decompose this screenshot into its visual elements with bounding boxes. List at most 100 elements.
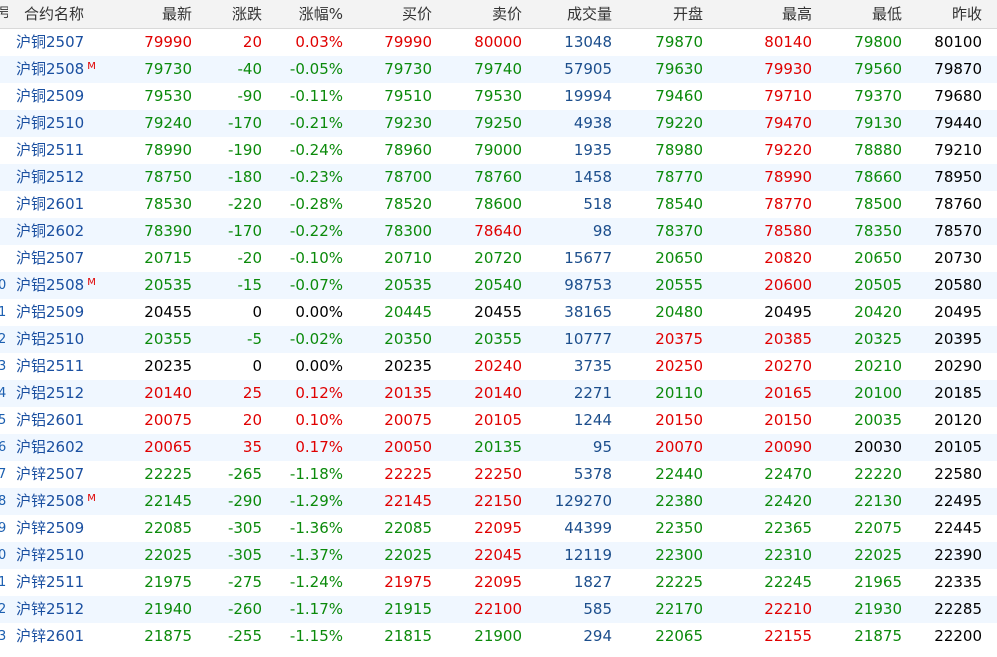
last-price-cell: 79730 [144, 60, 192, 78]
contract-name[interactable]: 沪铜2511 [16, 137, 126, 164]
contract-name[interactable]: 沪铝2601 [16, 407, 126, 434]
header-change-percent[interactable]: 涨幅% [265, 0, 343, 28]
header-open[interactable]: 开盘 [615, 0, 703, 28]
contract-name[interactable]: 沪铜2602 [16, 218, 126, 245]
change-cell: 35 [242, 438, 262, 456]
contract-name[interactable]: 沪铜2508 M [16, 56, 126, 83]
table-row[interactable]: 沪铜2510 79240 -170 -0.21% 79230 79250 4938 79220… [0, 110, 997, 137]
prev-close-cell: 20120 [934, 411, 982, 429]
change-cell: -305 [227, 546, 262, 564]
contract-name[interactable]: 沪铜2510 [16, 110, 126, 137]
low-price-cell: 78880 [854, 141, 902, 159]
header-ask[interactable]: 卖价 [435, 0, 522, 28]
contract-name[interactable]: 沪铜2509 [16, 83, 126, 110]
low-price-cell: 78500 [854, 195, 902, 213]
row-index: 1 [0, 575, 7, 590]
header-volume[interactable]: 成交量 [525, 0, 612, 28]
change-percent-cell: -1.18% [289, 465, 343, 483]
bid-price-cell: 21915 [384, 600, 432, 618]
change-cell: -220 [227, 195, 262, 213]
contract-name[interactable]: 沪锌2508 M [16, 488, 126, 515]
contract-name[interactable]: 沪铝2511 [16, 353, 126, 380]
change-cell: -275 [227, 573, 262, 591]
prev-close-cell: 20495 [934, 303, 982, 321]
table-row[interactable]: 6 沪铝2602 20065 35 0.17% 20050 20135 95 20070 2009… [0, 434, 997, 461]
table-row[interactable]: 4 沪铝2512 20140 25 0.12% 20135 20140 2271 20110 20… [0, 380, 997, 407]
ask-price-cell: 22250 [474, 465, 522, 483]
table-row[interactable]: 0 沪锌2510 22025 -305 -1.37% 22025 22045 12119 223… [0, 542, 997, 569]
high-price-cell: 20600 [764, 276, 812, 294]
change-cell: -260 [227, 600, 262, 618]
ask-price-cell: 20240 [474, 357, 522, 375]
high-price-cell: 22420 [764, 492, 812, 510]
contract-name[interactable]: 沪铝2510 [16, 326, 126, 353]
table-row[interactable]: 1 沪铝2509 20455 0 0.00% 20445 20455 38165 20480 20… [0, 299, 997, 326]
bid-price-cell: 20535 [384, 276, 432, 294]
table-row[interactable]: 沪铜2509 79530 -90 -0.11% 79510 79530 19994 79460… [0, 83, 997, 110]
contract-name[interactable]: 沪铜2507 [16, 29, 126, 56]
contract-name[interactable]: 沪铜2601 [16, 191, 126, 218]
header-high[interactable]: 最高 [706, 0, 812, 28]
bid-price-cell: 78700 [384, 168, 432, 186]
header-bid[interactable]: 买价 [346, 0, 432, 28]
table-row[interactable]: 2 沪铝2510 20355 -5 -0.02% 20350 20355 10777 20375… [0, 326, 997, 353]
header-low[interactable]: 最低 [815, 0, 902, 28]
header-prev-close[interactable]: 昨收 [905, 0, 982, 28]
prev-close-cell: 20185 [934, 384, 982, 402]
low-price-cell: 20100 [854, 384, 902, 402]
last-price-cell: 79240 [144, 114, 192, 132]
open-price-cell: 79220 [655, 114, 703, 132]
open-price-cell: 79630 [655, 60, 703, 78]
ask-price-cell: 80000 [474, 33, 522, 51]
table-row[interactable]: 沪铜2507 79990 20 0.03% 79990 80000 13048 79870 80… [0, 29, 997, 56]
table-row[interactable]: 9 沪锌2509 22085 -305 -1.36% 22085 22095 44399 223… [0, 515, 997, 542]
header-contract-name[interactable]: 合约名称 [24, 0, 134, 28]
header-index[interactable]: 号 [0, 0, 8, 28]
table-row[interactable]: 沪铜2601 78530 -220 -0.28% 78520 78600 518 78540 7… [0, 191, 997, 218]
change-percent-cell: 0.03% [295, 33, 343, 51]
table-row[interactable]: 0 沪铝2508 M 20535 -15 -0.07% 20535 20540 98753 205… [0, 272, 997, 299]
ask-price-cell: 79250 [474, 114, 522, 132]
table-row[interactable]: 1 沪锌2511 21975 -275 -1.24% 21975 22095 1827 2222… [0, 569, 997, 596]
contract-name[interactable]: 沪铝2509 [16, 299, 126, 326]
table-row[interactable]: 沪铜2508 M 79730 -40 -0.05% 79730 79740 57905 7963… [0, 56, 997, 83]
high-price-cell: 79930 [764, 60, 812, 78]
contract-name[interactable]: 沪锌2509 [16, 515, 126, 542]
table-row[interactable]: 沪铜2511 78990 -190 -0.24% 78960 79000 1935 78980… [0, 137, 997, 164]
row-index [0, 137, 8, 164]
change-cell: -5 [247, 330, 262, 348]
contract-name[interactable]: 沪锌2601 [16, 623, 126, 650]
table-row[interactable]: 5 沪铝2601 20075 20 0.10% 20075 20105 1244 20150 20… [0, 407, 997, 434]
contract-name[interactable]: 沪锌2511 [16, 569, 126, 596]
table-row[interactable]: 3 沪锌2601 21875 -255 -1.15% 21815 21900 294 22065… [0, 623, 997, 650]
contract-name[interactable]: 沪铝2512 [16, 380, 126, 407]
volume-cell: 1244 [573, 411, 612, 429]
contract-name[interactable]: 沪铝2602 [16, 434, 126, 461]
bid-price-cell: 22085 [384, 519, 432, 537]
table-row[interactable]: 3 沪铝2511 20235 0 0.00% 20235 20240 3735 20250 202… [0, 353, 997, 380]
contract-name[interactable]: 沪锌2512 [16, 596, 126, 623]
table-row[interactable]: 7 沪锌2507 22225 -265 -1.18% 22225 22250 5378 2244… [0, 461, 997, 488]
contract-name[interactable]: 沪锌2507 [16, 461, 126, 488]
header-change[interactable]: 涨跌 [195, 0, 262, 28]
contract-name[interactable]: 沪铝2508 M [16, 272, 126, 299]
change-cell: -20 [237, 249, 263, 267]
table-row[interactable]: 沪铝2507 20715 -20 -0.10% 20710 20720 15677 20650… [0, 245, 997, 272]
contract-name[interactable]: 沪铝2507 [16, 245, 126, 272]
low-price-cell: 20650 [854, 249, 902, 267]
high-price-cell: 22210 [764, 600, 812, 618]
contract-name[interactable]: 沪铜2512 [16, 164, 126, 191]
last-price-cell: 20235 [144, 357, 192, 375]
change-percent-cell: -0.02% [289, 330, 343, 348]
header-last-price[interactable]: 最新 [120, 0, 192, 28]
table-row[interactable]: 2 沪锌2512 21940 -260 -1.17% 21915 22100 585 22170… [0, 596, 997, 623]
table-row[interactable]: 沪铜2512 78750 -180 -0.23% 78700 78760 1458 78770… [0, 164, 997, 191]
table-row[interactable]: 8 沪锌2508 M 22145 -290 -1.29% 22145 22150 129270 2… [0, 488, 997, 515]
last-price-cell: 78390 [144, 222, 192, 240]
table-row[interactable]: 沪铜2602 78390 -170 -0.22% 78300 78640 98 78370 78… [0, 218, 997, 245]
prev-close-cell: 22200 [934, 627, 982, 645]
contract-name[interactable]: 沪锌2510 [16, 542, 126, 569]
low-price-cell: 20505 [854, 276, 902, 294]
low-price-cell: 20030 [854, 438, 902, 456]
contract-name-text: 沪铜2510 [16, 114, 85, 132]
